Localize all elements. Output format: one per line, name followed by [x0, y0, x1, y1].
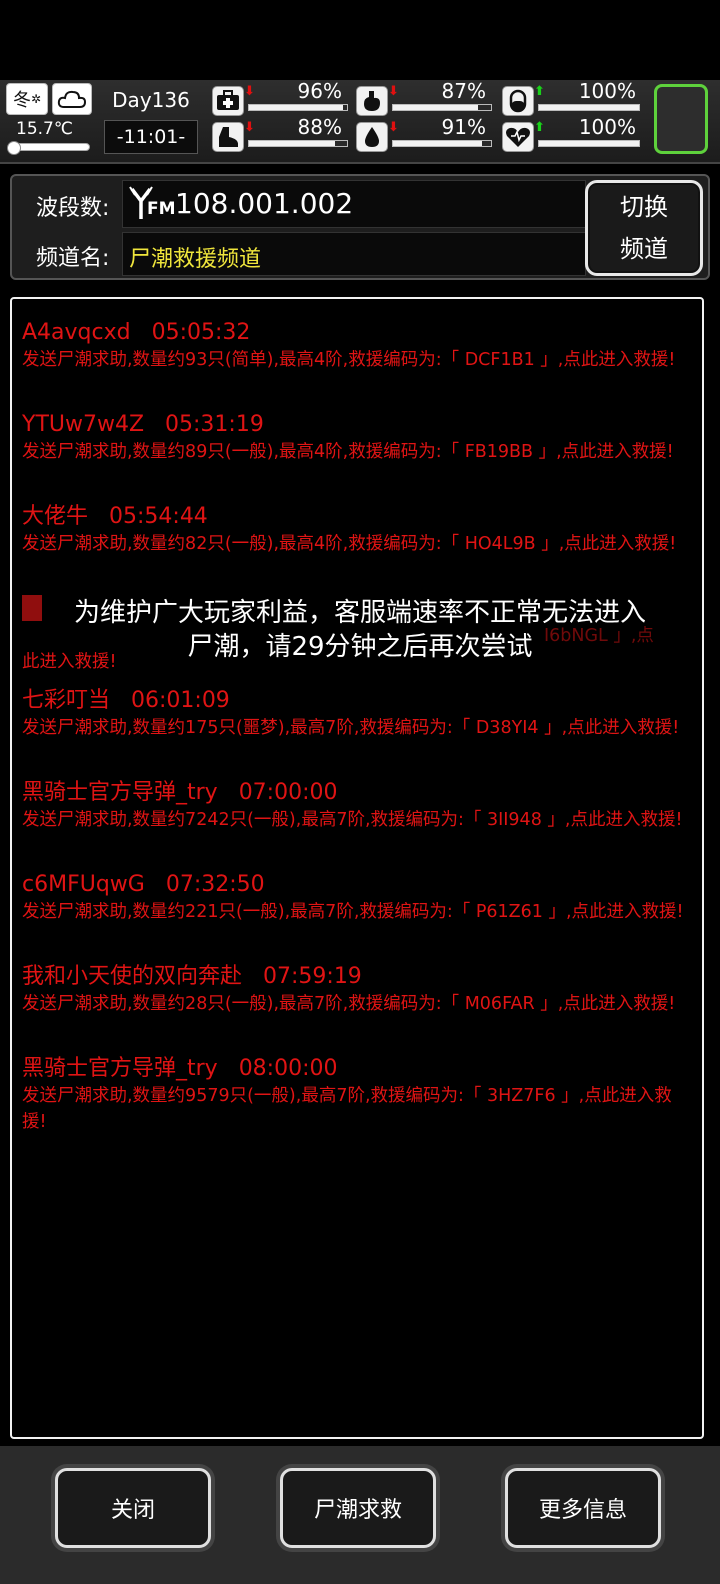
- message-time: 07:32:50: [165, 872, 265, 897]
- message-header: YTUw7w4Z 05:31:19: [22, 411, 692, 439]
- message-time: 05:54:44: [109, 504, 208, 529]
- health-value: 96%: [297, 79, 342, 103]
- list-item[interactable]: c6MFUqwG 07:32:50 发送尸潮求助,数量约221只(一般),最高7…: [22, 871, 692, 925]
- toast-line-1: 为维护广大玩家利益，客服端速率不正常无法进入: [73, 598, 646, 628]
- toast-line-2: 尸潮，请29分钟之后再次尝试: [187, 632, 533, 662]
- switch-channel-label-1: 切换: [620, 193, 668, 221]
- message-time: 07:00:00: [238, 780, 338, 805]
- thirst-value: 91%: [441, 115, 486, 139]
- rate-limit-toast: 为维护广大玩家利益，客服端速率不正常无法进入 尸潮，请29分钟之后再次尝试: [0, 596, 720, 664]
- temperature-widget: 15.7℃: [6, 117, 92, 155]
- band-field: FM 108.001.002: [122, 180, 586, 228]
- list-item[interactable]: A4avqcxd 05:05:32 发送尸潮求助,数量约93只(简单),最高4阶…: [22, 319, 692, 373]
- stamina-bar: [248, 140, 348, 147]
- trend-up-icon: ⬆: [534, 120, 545, 135]
- stomach-icon: [356, 86, 388, 116]
- close-button[interactable]: 关闭: [55, 1468, 211, 1548]
- trend-up-icon: ⬆: [534, 84, 545, 99]
- health-bar: [248, 104, 348, 111]
- antenna-fm-icon: FM: [129, 185, 176, 225]
- heart-icon: [502, 122, 534, 152]
- temperature-value: 15.7℃: [16, 119, 73, 139]
- message-header: 我和小天使的双向奔赴 07:59:19: [22, 963, 692, 991]
- message-body: 发送尸潮求助,数量约93只(简单),最高4阶,救援编码为:「 DCF1B1 」,…: [22, 350, 676, 370]
- season-badge: 冬 ✲: [6, 83, 48, 115]
- stamina-bar-fill: [249, 141, 336, 146]
- message-body: 发送尸潮求助,数量约7242只(一般),最高7阶,救援编码为:「 3II948 …: [22, 810, 683, 830]
- cloud-icon: [52, 83, 92, 115]
- mood-bar: [538, 140, 640, 147]
- message-header: 大佬牛 05:54:44: [22, 503, 692, 531]
- mood-bar-fill: [539, 141, 639, 146]
- list-item[interactable]: 大佬牛 05:54:44 发送尸潮求助,数量约82只(一般),最高4阶,救援编码…: [22, 503, 692, 557]
- snowflake-icon: ✲: [30, 92, 42, 106]
- medkit-icon: [212, 86, 244, 116]
- sender-name: c6MFUqwG: [22, 872, 145, 897]
- thermometer-bulb-icon: [7, 141, 21, 155]
- thirst-bar: [392, 140, 492, 147]
- game-clock: -11:01-: [104, 120, 198, 154]
- list-item[interactable]: 我和小天使的双向奔赴 07:59:19 发送尸潮求助,数量约28只(一般),最高…: [22, 963, 692, 1017]
- sender-name: YTUw7w4Z: [22, 412, 145, 437]
- horde-help-button[interactable]: 尸潮求救: [280, 1468, 436, 1548]
- pill-icon: [502, 86, 534, 116]
- menu-button[interactable]: [654, 84, 708, 154]
- message-header: c6MFUqwG 07:32:50: [22, 871, 692, 899]
- message-body: 发送尸潮求助,数量约82只(一般),最高4阶,救援编码为:「 HO4L9B 」,…: [22, 534, 677, 554]
- message-body: 发送尸潮求助,数量约89只(一般),最高4阶,救援编码为:「 FB19BB 」,…: [22, 442, 674, 462]
- sender-name: 我和小天使的双向奔赴: [22, 964, 243, 989]
- day-counter: Day136: [112, 88, 190, 112]
- health-bar-fill: [249, 105, 344, 110]
- message-time: 05:31:19: [165, 412, 264, 437]
- foot-icon: [212, 122, 244, 152]
- message-time: 07:59:19: [263, 964, 362, 989]
- message-header: 黑骑士官方导弹_try 08:00:00: [22, 1055, 692, 1083]
- sender-name: 黑骑士官方导弹_try: [22, 780, 218, 805]
- mood-value: 100%: [578, 115, 636, 139]
- thirst-bar-fill: [393, 141, 483, 146]
- message-time: 05:05:32: [151, 320, 251, 345]
- hunger-bar: [392, 104, 492, 111]
- switch-channel-button[interactable]: 切换 频道: [585, 180, 703, 276]
- channel-value: 尸潮救援频道: [129, 247, 262, 272]
- message-header: 七彩叮当 06:01:09: [22, 687, 692, 715]
- list-item[interactable]: YTUw7w4Z 05:31:19 发送尸潮求助,数量约89只(一般),最高4阶…: [22, 411, 692, 465]
- hunger-bar-fill: [393, 105, 479, 110]
- message-list: A4avqcxd 05:05:32 发送尸潮求助,数量约93只(简单),最高4阶…: [10, 297, 704, 1439]
- message-body: 发送尸潮求助,数量约221只(一般),最高7阶,救援编码为:「 P61Z61 」…: [22, 902, 684, 922]
- band-label: 波段数:: [36, 196, 110, 221]
- immunity-bar: [538, 104, 640, 111]
- band-value: 108.001.002: [175, 187, 354, 220]
- sender-name: 七彩叮当: [22, 688, 111, 713]
- immunity-value: 100%: [578, 79, 636, 103]
- thermometer-bar: [7, 141, 90, 155]
- sender-name: A4avqcxd: [22, 320, 131, 345]
- sender-name: 大佬牛: [22, 504, 89, 529]
- message-time: 08:00:00: [238, 1056, 338, 1081]
- channel-field: 尸潮救援频道: [122, 232, 586, 276]
- channel-label: 频道名:: [36, 246, 110, 271]
- more-info-button[interactable]: 更多信息: [505, 1468, 661, 1548]
- list-item[interactable]: 黑骑士官方导弹_try 07:00:00 发送尸潮求助,数量约7242只(一般)…: [22, 779, 692, 833]
- hunger-value: 87%: [441, 79, 486, 103]
- immunity-bar-fill: [539, 105, 639, 110]
- message-body: 发送尸潮求助,数量约28只(一般),最高7阶,救援编码为:「 M06FAR 」,…: [22, 994, 676, 1014]
- message-body: 发送尸潮求助,数量约175只(噩梦),最高7阶,救援编码为:「 D38YI4 」…: [22, 718, 680, 738]
- sender-name: 黑骑士官方导弹_try: [22, 1056, 218, 1081]
- water-drop-icon: [356, 122, 388, 152]
- list-item[interactable]: 七彩叮当 06:01:09 发送尸潮求助,数量约175只(噩梦),最高7阶,救援…: [22, 687, 692, 741]
- switch-channel-label-2: 频道: [620, 235, 668, 263]
- message-time: 06:01:09: [131, 688, 230, 713]
- season-label: 冬: [12, 90, 31, 111]
- message-header: 黑骑士官方导弹_try 07:00:00: [22, 779, 692, 807]
- message-body: 发送尸潮求助,数量约9579只(一般),最高7阶,救援编码为:「 3HZ7F6 …: [22, 1086, 672, 1132]
- stamina-value: 88%: [297, 115, 342, 139]
- list-item[interactable]: 黑骑士官方导弹_try 08:00:00 发送尸潮求助,数量约9579只(一般)…: [22, 1055, 692, 1135]
- message-header: A4avqcxd 05:05:32: [22, 319, 692, 347]
- fm-label: FM: [147, 199, 176, 219]
